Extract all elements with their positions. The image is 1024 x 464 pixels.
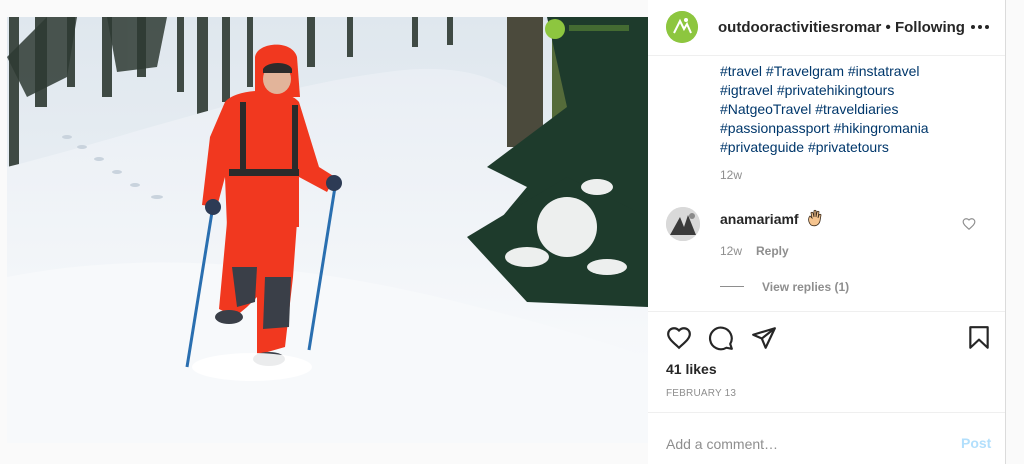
post-author-line: outdooractivitiesromar • Following (718, 19, 965, 36)
post-header: outdooractivitiesromar • Following (648, 0, 1005, 56)
commenter-avatar[interactable] (666, 207, 700, 241)
avatar-photo (666, 207, 700, 241)
logo-icon (666, 11, 698, 43)
watermark-logo (545, 19, 565, 39)
add-comment-section: Post (648, 412, 1005, 464)
hashtag[interactable]: #travel (720, 63, 762, 79)
hashtag[interactable]: #privatehikingtours (777, 82, 895, 98)
post-side-panel: outdooractivitiesromar • Following #trav… (648, 0, 1006, 464)
hashtag[interactable]: #privatetours (808, 139, 889, 155)
snow-hiker-photo (7, 17, 648, 443)
hashtag[interactable]: #Travelgram (766, 63, 844, 79)
hashtag[interactable]: #hikingromania (834, 120, 929, 136)
post-date[interactable]: FEBRUARY 13 (666, 388, 736, 399)
comment-icon[interactable] (708, 325, 734, 351)
post-caption: #travel #Travelgram #instatravel #igtrav… (720, 62, 990, 157)
replies-divider (720, 286, 744, 287)
heart-icon[interactable] (666, 325, 692, 351)
reply-button[interactable]: Reply (756, 244, 789, 258)
hashtag[interactable]: #privateguide (720, 139, 804, 155)
right-background (1007, 0, 1024, 464)
waving-hand-icon (808, 209, 822, 227)
hashtag[interactable]: #traveldiaries (815, 101, 898, 117)
post-image[interactable] (7, 17, 648, 443)
hashtag[interactable]: #passionpassport (720, 120, 830, 136)
hashtag[interactable]: #NatgeoTravel (720, 101, 811, 117)
post-actions-bar (648, 311, 1005, 363)
following-button[interactable]: Following (895, 19, 965, 36)
commenter-username[interactable]: anamariamf (720, 211, 799, 227)
comment-item: anamariamf 12w Reply View replies (1) (666, 205, 996, 295)
author-username[interactable]: outdooractivitiesromar (718, 19, 881, 36)
hashtag[interactable]: #instatravel (848, 63, 920, 79)
add-comment-input[interactable] (666, 434, 926, 454)
separator-dot: • (885, 19, 891, 36)
more-options-icon[interactable] (970, 17, 990, 37)
comment-like-heart-icon[interactable] (962, 217, 976, 231)
profile-avatar[interactable] (666, 11, 698, 43)
hashtag[interactable]: #igtravel (720, 82, 773, 98)
likes-count[interactable]: 41 likes (666, 361, 717, 377)
view-replies-button[interactable]: View replies (1) (762, 280, 849, 294)
bookmark-icon[interactable] (966, 325, 992, 351)
comment-timestamp: 12w (720, 244, 743, 258)
bottom-background (0, 443, 648, 464)
caption-timestamp[interactable]: 12w (720, 168, 742, 182)
share-icon[interactable] (751, 325, 777, 351)
post-comment-button[interactable]: Post (961, 435, 991, 451)
